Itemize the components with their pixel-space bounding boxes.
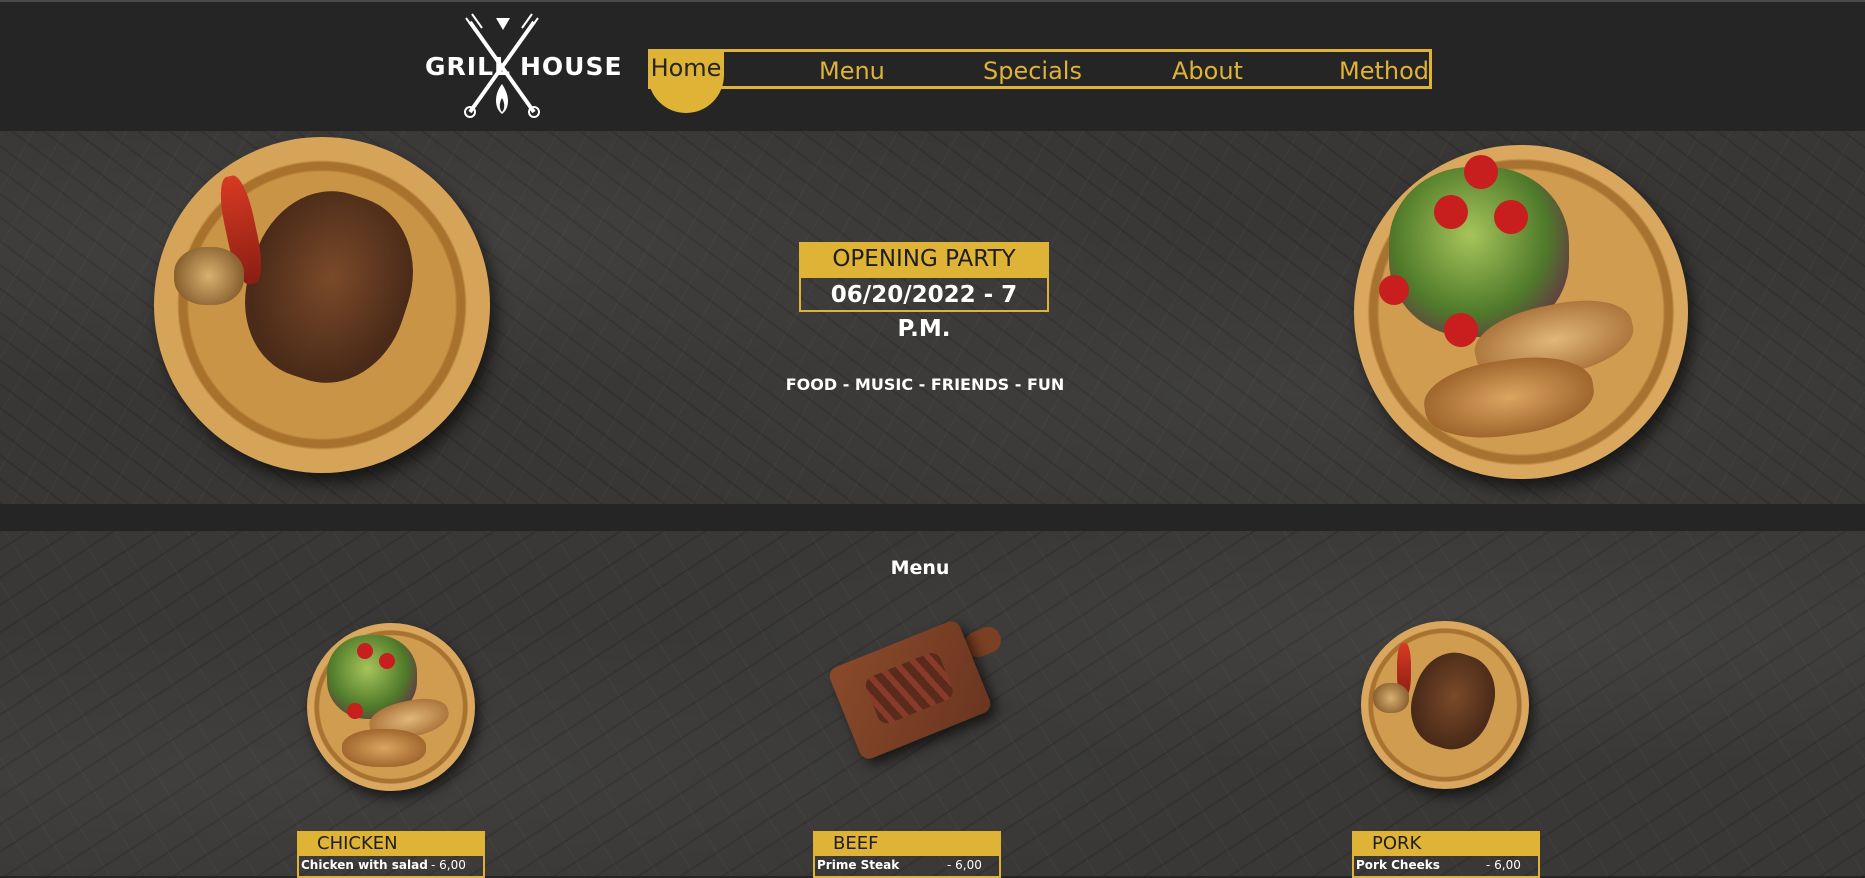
hero-tagline: FOOD - MUSIC - FRIENDS - FUN	[785, 375, 1065, 394]
card-title-beef: BEEF	[813, 831, 1001, 856]
dish-price: - 6,00	[1486, 858, 1521, 872]
card-title-chicken: CHICKEN	[297, 831, 485, 856]
party-title: OPENING PARTY	[799, 242, 1049, 276]
section-divider	[0, 504, 1865, 531]
site-header: GRILL HOUSE Home Menu Specials About Met…	[0, 2, 1865, 131]
dish-name: Prime Steak	[817, 858, 900, 872]
party-date: 06/20/2022 - 7 P.M.	[799, 276, 1049, 342]
logo-word-right: HOUSE	[520, 52, 623, 81]
dish-name: Pork Cheeks	[1356, 858, 1440, 872]
menu-card-pork[interactable]: PORK Pork Cheeks - 6,00	[1352, 831, 1540, 878]
hero-banner: OPENING PARTY 06/20/2022 - 7 P.M. FOOD -…	[0, 131, 1865, 504]
steak-plate-image	[154, 137, 490, 473]
dish-name: Chicken with salad	[301, 858, 428, 872]
opening-party-box: OPENING PARTY 06/20/2022 - 7 P.M.	[799, 242, 1049, 342]
menu-item-row: Prime Steak - 6,00	[813, 856, 1001, 878]
nav-about[interactable]: About	[1172, 54, 1243, 88]
nav-method[interactable]: Method	[1339, 54, 1429, 88]
nav-home[interactable]: Home	[648, 49, 724, 113]
dish-price: - 6,00	[431, 858, 466, 872]
menu-heading: Menu	[890, 557, 950, 579]
card-title-pork: PORK	[1352, 831, 1540, 856]
main-nav: Home Menu Specials About Method	[648, 49, 1432, 113]
menu-section: Menu CHICKEN Chicken with salad - 6,00 B…	[0, 531, 1865, 878]
grill-house-logo[interactable]: GRILL HOUSE	[420, 12, 622, 122]
chicken-plate-image	[307, 623, 475, 791]
menu-card-chicken[interactable]: CHICKEN Chicken with salad - 6,00	[297, 831, 485, 878]
chicken-salad-plate-image	[1354, 145, 1688, 479]
dish-price: - 6,00	[947, 858, 982, 872]
menu-item-row: Chicken with salad - 6,00	[297, 856, 485, 878]
nav-specials[interactable]: Specials	[983, 54, 1082, 88]
nav-menu[interactable]: Menu	[819, 54, 885, 88]
pork-plate-image	[1361, 621, 1529, 789]
menu-card-beef[interactable]: BEEF Prime Steak - 6,00	[813, 831, 1001, 878]
menu-item-row: Pork Cheeks - 6,00	[1352, 856, 1540, 878]
